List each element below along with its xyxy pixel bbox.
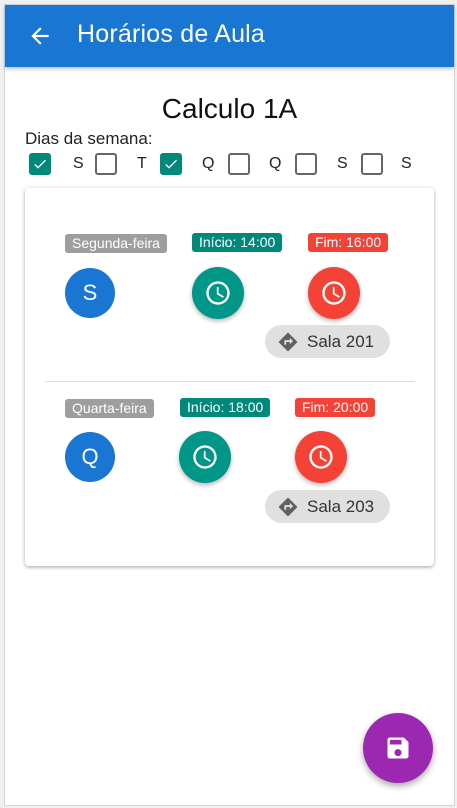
day-name-chip: Segunda-feira bbox=[65, 234, 167, 253]
check-icon bbox=[34, 159, 46, 169]
day-initial-button[interactable]: Q bbox=[65, 432, 115, 482]
schedule-card: Segunda-feira Início: 14:00 Fim: 16:00 S… bbox=[25, 188, 434, 566]
entry-divider bbox=[45, 381, 415, 382]
clock-icon bbox=[309, 445, 333, 469]
course-title: Calculo 1A bbox=[161, 93, 298, 124]
save-icon bbox=[387, 737, 409, 759]
day-letter: S bbox=[337, 155, 348, 172]
start-time-button[interactable] bbox=[192, 267, 244, 319]
day-checkbox[interactable] bbox=[29, 153, 51, 175]
day-letter: S bbox=[401, 155, 412, 172]
day-initial-label: Q bbox=[81, 444, 99, 469]
day-initial-label: S bbox=[82, 280, 98, 305]
day-letter: T bbox=[137, 155, 147, 172]
check-icon bbox=[165, 159, 177, 169]
arrow-back-icon[interactable] bbox=[27, 23, 53, 49]
room-label: Sala 203 bbox=[307, 496, 375, 516]
clock-icon bbox=[206, 281, 230, 305]
app-bar: Horários de Aula bbox=[5, 5, 454, 67]
day-checkbox[interactable] bbox=[361, 153, 383, 175]
day-letter: S bbox=[73, 155, 84, 172]
day-name-chip: Quarta-feira bbox=[65, 399, 154, 418]
day-initial-button[interactable]: S bbox=[65, 268, 115, 318]
room-label: Sala 201 bbox=[307, 331, 375, 351]
directions-icon bbox=[278, 497, 298, 516]
room-chip[interactable]: Sala 201 bbox=[265, 325, 390, 358]
app-frame: Horários de Aula Calculo 1A Dias da sema… bbox=[4, 4, 455, 806]
start-time-chip: Início: 18:00 bbox=[180, 398, 271, 417]
end-time-chip: Fim: 20:00 bbox=[295, 398, 376, 417]
day-letter: Q bbox=[269, 155, 282, 172]
end-time-chip: Fim: 16:00 bbox=[308, 233, 389, 252]
end-time-button[interactable] bbox=[295, 431, 347, 483]
clock-icon bbox=[193, 445, 217, 469]
room-chip[interactable]: Sala 203 bbox=[265, 490, 390, 523]
day-checkbox[interactable] bbox=[295, 153, 317, 175]
app-title: Horários de Aula bbox=[77, 20, 266, 48]
directions-icon bbox=[278, 332, 298, 351]
start-time-button[interactable] bbox=[179, 431, 231, 483]
day-checkbox[interactable] bbox=[95, 153, 117, 175]
start-time-chip: Início: 14:00 bbox=[192, 233, 283, 252]
day-checkbox[interactable] bbox=[160, 153, 182, 175]
save-button[interactable] bbox=[363, 713, 433, 783]
clock-icon bbox=[322, 281, 346, 305]
end-time-button[interactable] bbox=[308, 267, 360, 319]
day-letter: Q bbox=[202, 155, 215, 172]
days-label: Dias da semana: bbox=[25, 129, 153, 148]
day-checkbox[interactable] bbox=[228, 153, 250, 175]
